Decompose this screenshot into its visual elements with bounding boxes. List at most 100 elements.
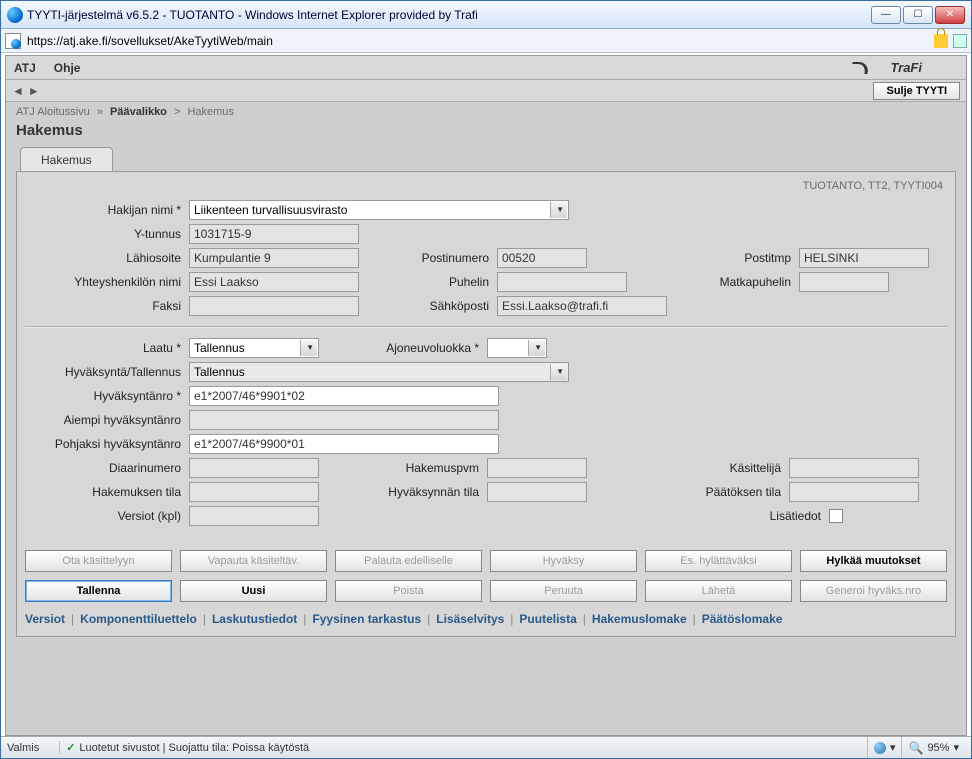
laatu-select[interactable]: Tallennus <box>189 338 319 358</box>
compat-icon[interactable] <box>953 34 967 48</box>
menu-ohje[interactable]: Ohje <box>54 61 81 75</box>
content-area: ATJ Ohje TraFi ◄ ► Sulje TYYTI ATJ Aloit… <box>5 55 967 736</box>
lbl-versiot: Versiot (kpl) <box>25 509 185 523</box>
page-title: Hakemus <box>6 122 966 145</box>
matkapuhelin-field <box>799 272 889 292</box>
es-hylattavaksi-button[interactable]: Es. hylättäväksi <box>645 550 792 572</box>
chevron-down-icon: ▾ <box>953 741 959 754</box>
faksi-field <box>189 296 359 316</box>
menu-atj[interactable]: ATJ <box>14 61 36 75</box>
link-puutelista[interactable]: Puutelista <box>519 612 576 626</box>
zoom-value: 95% <box>927 742 949 754</box>
lbl-hakija-nimi: Hakijan nimi * <box>25 203 185 217</box>
link-lisaselvitys[interactable]: Lisäselvitys <box>436 612 504 626</box>
lbl-lahiosoite: Lähiosoite <box>25 251 185 265</box>
link-laskutustiedot[interactable]: Laskutustiedot <box>212 612 297 626</box>
lbl-paatostila: Päätöksen tila <box>655 485 785 499</box>
lbl-laatu: Laatu * <box>25 341 185 355</box>
status-security: ✓ Luotetut sivustot | Suojattu tila: Poi… <box>59 741 867 754</box>
back-icon[interactable]: ◄ <box>12 84 24 98</box>
lbl-puhelin: Puhelin <box>363 275 493 289</box>
divider <box>25 326 947 328</box>
ajoneuvoluokka-select[interactable] <box>487 338 547 358</box>
lbl-pohjaksi: Pohjaksi hyväksyntänro <box>25 437 185 451</box>
pohjaksi-field[interactable]: e1*2007/46*9900*01 <box>189 434 499 454</box>
trafi-logo: TraFi <box>851 60 940 75</box>
poista-button[interactable]: Poista <box>335 580 482 602</box>
window-title: TYYTI-järjestelmä v6.5.2 - TUOTANTO - Wi… <box>27 8 871 22</box>
lbl-lisatiedot: Lisätiedot <box>735 509 825 523</box>
maximize-button[interactable]: ☐ <box>903 6 933 24</box>
puhelin-field <box>497 272 627 292</box>
status-valmis: Valmis <box>7 742 49 754</box>
page-icon <box>5 33 21 49</box>
uusi-button[interactable]: Uusi <box>180 580 327 602</box>
hakija-nimi-select[interactable]: Liikenteen turvallisuusvirasto <box>189 200 569 220</box>
hyvaksy-button[interactable]: Hyväksy <box>490 550 637 572</box>
breadcrumb: ATJ Aloitussivu » Päävalikko > Hakemus <box>6 102 966 122</box>
paatostila-field <box>789 482 919 502</box>
tab-strip: Hakemus <box>6 145 966 171</box>
peruuta-button[interactable]: Peruuta <box>490 580 637 602</box>
lbl-postinumero: Postinumero <box>363 251 493 265</box>
vapauta-button[interactable]: Vapauta käsiteltäv. <box>180 550 327 572</box>
kasittelija-field <box>789 458 919 478</box>
zoom-icon: 🔍 <box>908 741 923 755</box>
chevron-down-icon: ▾ <box>890 741 896 754</box>
ota-kasittelyyn-button[interactable]: Ota käsittelyyn <box>25 550 172 572</box>
action-row-1: Ota käsittelyyn Vapauta käsiteltäv. Pala… <box>25 550 947 572</box>
link-hakemuslomake[interactable]: Hakemuslomake <box>592 612 687 626</box>
lbl-postitmp: Postitmp <box>725 251 795 265</box>
link-versiot[interactable]: Versiot <box>25 612 65 626</box>
menu-bar: ATJ Ohje TraFi <box>6 56 966 80</box>
action-row-2: Tallenna Uusi Poista Peruuta Lähetä Gene… <box>25 580 947 602</box>
hylkaa-muutokset-button[interactable]: Hylkää muutokset <box>800 550 947 572</box>
sahkoposti-field: Essi.Laakso@trafi.fi <box>497 296 667 316</box>
env-label: TUOTANTO, TT2, TYYTI004 <box>25 178 947 200</box>
minimize-button[interactable]: — <box>871 6 901 24</box>
breadcrumb-home[interactable]: ATJ Aloitussivu <box>16 106 90 118</box>
lbl-matkapuhelin: Matkapuhelin <box>685 275 795 289</box>
status-mode[interactable]: ▾ <box>867 737 902 758</box>
lbl-diaari: Diaarinumero <box>25 461 185 475</box>
forward-icon[interactable]: ► <box>28 84 40 98</box>
status-zoom[interactable]: 🔍 95% ▾ <box>901 737 965 758</box>
nav-arrows: ◄ ► <box>12 84 40 98</box>
tallenna-button[interactable]: Tallenna <box>25 580 172 602</box>
hyvtal-select[interactable]: Tallennus <box>189 362 569 382</box>
breadcrumb-hakemus: Hakemus <box>187 106 233 118</box>
titlebar: TYYTI-järjestelmä v6.5.2 - TUOTANTO - Wi… <box>1 1 971 29</box>
tab-hakemus[interactable]: Hakemus <box>20 147 113 172</box>
lbl-hyvtal: Hyväksyntä/Tallennus <box>25 365 185 379</box>
hyvnro-field[interactable]: e1*2007/46*9901*02 <box>189 386 499 406</box>
lbl-aiempi: Aiempi hyväksyntänro <box>25 413 185 427</box>
form-panel: TUOTANTO, TT2, TYYTI004 Hakijan nimi * L… <box>16 171 956 637</box>
lbl-yhteyshenkilo: Yhteyshenkilön nimi <box>25 275 185 289</box>
lbl-hakemtila: Hakemuksen tila <box>25 485 185 499</box>
lahiosoite-field: Kumpulantie 9 <box>189 248 359 268</box>
lock-icon <box>934 34 948 48</box>
link-paatoslomake[interactable]: Päätöslomake <box>702 612 783 626</box>
versiot-field <box>189 506 319 526</box>
generoi-button[interactable]: Generoi hyväks.nro <box>800 580 947 602</box>
ie-icon <box>7 7 23 23</box>
aiempi-field <box>189 410 499 430</box>
window-buttons: — ☐ ✕ <box>871 6 965 24</box>
lisatiedot-checkbox[interactable] <box>829 509 843 523</box>
laheta-button[interactable]: Lähetä <box>645 580 792 602</box>
link-fyysinen-tarkastus[interactable]: Fyysinen tarkastus <box>312 612 421 626</box>
status-bar: Valmis ✓ Luotetut sivustot | Suojattu ti… <box>1 736 971 758</box>
lbl-hyvnro: Hyväksyntänro * <box>25 389 185 403</box>
palauta-button[interactable]: Palauta edelliselle <box>335 550 482 572</box>
url-field[interactable]: https://atj.ake.fi/sovellukset/AkeTyytiW… <box>23 32 931 50</box>
lbl-hakemuspvm: Hakemuspvm <box>323 461 483 475</box>
yhteyshenkilo-field: Essi Laakso <box>189 272 359 292</box>
close-button[interactable]: ✕ <box>935 6 965 24</box>
sulje-tyyti-button[interactable]: Sulje TYYTI <box>873 82 960 100</box>
breadcrumb-paavalikko[interactable]: Päävalikko <box>110 106 167 118</box>
link-komponenttiluettelo[interactable]: Komponenttiluettelo <box>80 612 197 626</box>
lbl-ajoneuvoluokka: Ajoneuvoluokka * <box>323 341 483 355</box>
hakemtila-field <box>189 482 319 502</box>
check-icon: ✓ <box>66 741 75 754</box>
globe-icon <box>874 742 886 754</box>
